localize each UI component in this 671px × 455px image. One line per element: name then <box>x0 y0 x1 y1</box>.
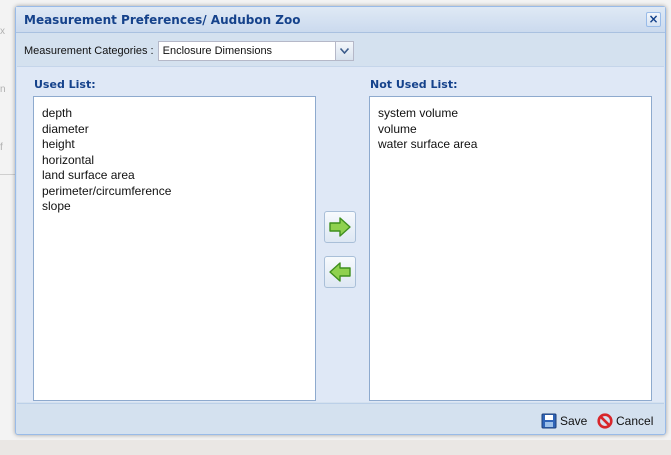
used-list-item[interactable]: diameter <box>42 122 307 138</box>
measurement-category-select[interactable]: Enclosure Dimensions <box>157 41 354 61</box>
used-list-item[interactable]: land surface area <box>42 168 307 184</box>
measurement-category-label: Measurement Categories : <box>24 45 154 57</box>
background-text-fragment: n <box>0 84 6 95</box>
background-page-strip <box>0 440 671 455</box>
measurement-category-row: Measurement Categories : Enclosure Dimen… <box>24 41 354 61</box>
used-list-item[interactable]: perimeter/circumference <box>42 184 307 200</box>
not-used-list-item[interactable]: volume <box>378 122 643 138</box>
dialog-titlebar[interactable]: Measurement Preferences/ Audubon Zoo × <box>16 7 665 33</box>
close-icon: × <box>648 12 659 26</box>
used-list-item[interactable]: horizontal <box>42 153 307 169</box>
measurement-preferences-dialog: Measurement Preferences/ Audubon Zoo × M… <box>15 6 666 435</box>
used-list-title: Used List: <box>34 78 96 91</box>
save-label: Save <box>560 414 588 428</box>
right-arrow-icon <box>329 217 351 237</box>
left-arrow-icon <box>329 262 351 282</box>
cancel-icon <box>597 413 613 429</box>
move-to-not-used-button[interactable] <box>324 211 356 243</box>
used-list-item[interactable]: depth <box>42 106 307 122</box>
used-list[interactable]: depth diameter height horizontal land su… <box>33 96 316 401</box>
lists-panel: Used List: depth diameter height horizon… <box>17 66 664 402</box>
background-text-fragment: f <box>0 142 3 153</box>
dialog-title: Measurement Preferences/ Audubon Zoo <box>24 13 301 27</box>
not-used-list-item[interactable]: system volume <box>378 106 643 122</box>
dialog-footer: Save Cancel <box>17 403 664 434</box>
used-list-item[interactable]: height <box>42 137 307 153</box>
background-text-fragment: x <box>0 26 5 37</box>
close-button[interactable]: × <box>646 12 661 27</box>
save-button[interactable]: Save <box>541 413 587 429</box>
not-used-list[interactable]: system volume volume water surface area <box>369 96 652 401</box>
save-icon <box>541 413 557 429</box>
not-used-list-title: Not Used List: <box>370 78 458 91</box>
cancel-button[interactable]: Cancel <box>597 413 653 429</box>
measurement-category-value: Enclosure Dimensions <box>162 45 273 57</box>
cancel-label: Cancel <box>616 414 654 428</box>
chevron-down-icon[interactable] <box>334 42 353 60</box>
used-list-item[interactable]: slope <box>42 199 307 215</box>
not-used-list-item[interactable]: water surface area <box>378 137 643 153</box>
move-to-used-button[interactable] <box>324 256 356 288</box>
